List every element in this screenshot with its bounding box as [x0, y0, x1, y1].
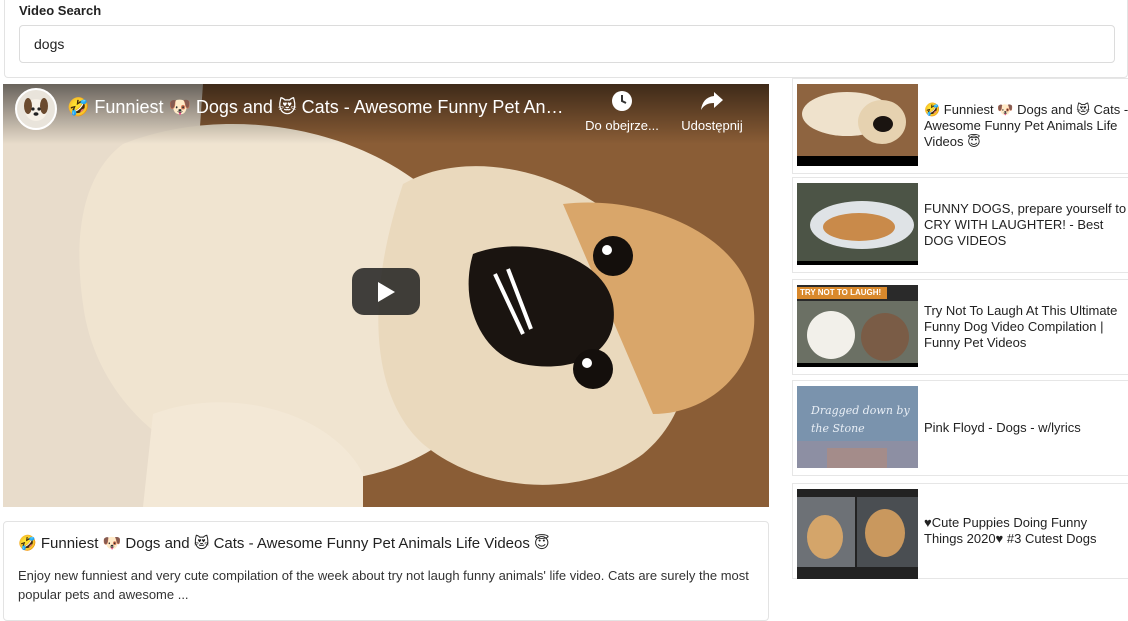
- search-label: Video Search: [19, 3, 102, 18]
- video-player[interactable]: 🤣 Funniest 🐶 Dogs and 😻 Cats - Awesome F…: [3, 84, 769, 507]
- video-search-panel: Video Search: [4, 0, 1128, 78]
- related-video-thumbnail[interactable]: [797, 84, 918, 166]
- related-video-item[interactable]: FUNNY DOGS, prepare yourself to CRY WITH…: [792, 177, 1128, 273]
- search-input[interactable]: [19, 25, 1115, 63]
- related-video-title[interactable]: Try Not To Laugh At This Ultimate Funny …: [924, 280, 1128, 374]
- related-video-thumbnail[interactable]: [797, 489, 918, 579]
- related-video-item[interactable]: TRY NOT TO LAUGH! Try Not To Laugh At Th…: [792, 279, 1128, 375]
- video-description: Enjoy new funniest and very cute compila…: [18, 568, 749, 602]
- related-video-item[interactable]: 🤣 Funniest 🐶 Dogs and 😻 Cats - Awesome F…: [792, 78, 1128, 174]
- related-video-title[interactable]: Pink Floyd - Dogs - w/lyrics: [924, 381, 1128, 475]
- player-title[interactable]: 🤣 Funniest 🐶 Dogs and 😻 Cats - Awesome F…: [67, 97, 567, 118]
- play-icon: [378, 281, 395, 302]
- play-button[interactable]: [352, 268, 420, 315]
- thumb-banner-text: TRY NOT TO LAUGH!: [800, 288, 882, 297]
- clock-icon: [577, 90, 667, 114]
- related-video-thumbnail[interactable]: TRY NOT TO LAUGH!: [797, 285, 918, 367]
- share-arrow-icon: [667, 90, 757, 114]
- related-video-thumbnail[interactable]: Dragged down by the Stone: [797, 386, 918, 468]
- related-video-item[interactable]: ♥Cute Puppies Doing Funny Things 2020♥ #…: [792, 483, 1128, 579]
- related-video-item[interactable]: Dragged down by the Stone Pink Floyd - D…: [792, 380, 1128, 476]
- video-description-card: 🤣 Funniest 🐶 Dogs and 😻 Cats - Awesome F…: [3, 521, 769, 621]
- share-button[interactable]: Udostępnij: [667, 90, 757, 133]
- watch-later-button[interactable]: Do obejrze...: [577, 90, 667, 133]
- channel-avatar[interactable]: [15, 88, 57, 130]
- related-video-title[interactable]: FUNNY DOGS, prepare yourself to CRY WITH…: [924, 178, 1128, 272]
- related-video-title[interactable]: ♥Cute Puppies Doing Funny Things 2020♥ #…: [924, 484, 1128, 578]
- watch-later-label: Do obejrze...: [585, 118, 659, 133]
- related-video-title[interactable]: 🤣 Funniest 🐶 Dogs and 😻 Cats - Awesome F…: [924, 79, 1128, 173]
- related-video-thumbnail[interactable]: [797, 183, 918, 265]
- share-label: Udostępnij: [681, 118, 743, 133]
- dog-avatar-icon: [24, 98, 48, 121]
- video-title: 🤣 Funniest 🐶 Dogs and 😻 Cats - Awesome F…: [18, 535, 550, 552]
- thumb-overlay-text: Dragged down by the Stone: [811, 404, 910, 435]
- related-videos-list: 🤣 Funniest 🐶 Dogs and 😻 Cats - Awesome F…: [792, 78, 1128, 616]
